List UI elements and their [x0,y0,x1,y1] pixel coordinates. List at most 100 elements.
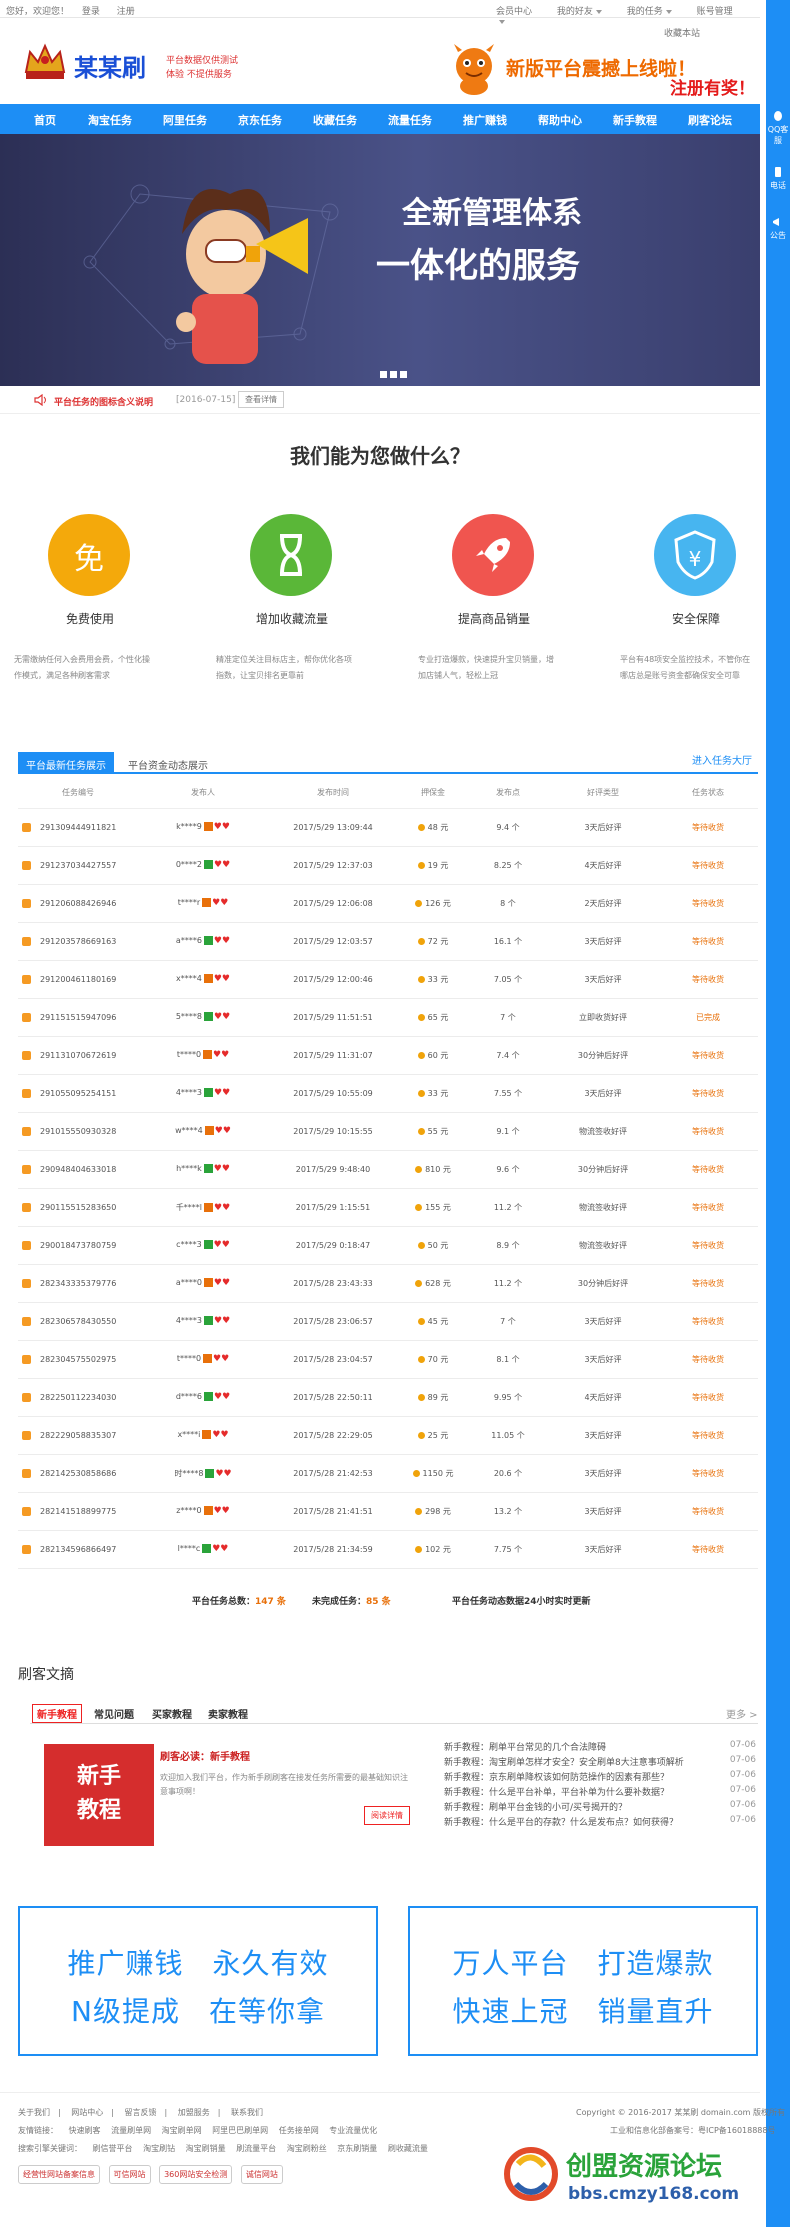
nav-item-ali[interactable]: 阿里任务 [163,112,207,128]
table-row[interactable]: 282343335379776 a****0 ♥♥ 2017/5/28 23:43:3… [18,1264,758,1303]
badge-icp[interactable]: 经营性网站备案信息 [18,2165,100,2184]
table-row[interactable]: 291151515947096 5****8 ♥♥ 2017/5/29 11:51:5… [18,998,758,1037]
notice-link[interactable]: 平台任务的图标含义说明 [54,395,153,408]
keyword-link[interactable]: 刷收藏流量 [388,2144,428,2153]
friend-link[interactable]: 流量刷单网 [111,2126,151,2135]
tab-faq[interactable]: 常见问题 [94,1706,134,1721]
time-cell: 2017/5/28 22:50:11 [268,1378,398,1417]
friend-link[interactable]: 任务接单网 [279,2126,319,2135]
side-qq-button[interactable]: QQ客服 [766,110,790,146]
article-list-item[interactable]: 新手教程：淘宝刷单怎样才安全？安全刷单8大注意事项解析 07-06 [444,1755,760,1770]
task-table-body: 291309444911821 k****9 ♥♥ 2017/5/29 13:09:4… [18,808,758,1569]
table-row[interactable]: 290948404633018 h****k ♥♥ 2017/5/29 9:48:40… [18,1150,758,1189]
footer-link[interactable]: 留言反馈 [125,2108,157,2117]
keyword-link[interactable]: 京东刷销量 [337,2144,377,2153]
featured-article-title[interactable]: 刷客必读：新手教程 [160,1748,410,1763]
friend-link[interactable]: 阿里巴巴刷单网 [212,2126,268,2135]
table-row[interactable]: 291309444911821 k****9 ♥♥ 2017/5/29 13:09:4… [18,808,758,847]
footer-link[interactable]: 联系我们 [231,2108,263,2117]
tab-latest-tasks[interactable]: 平台最新任务展示 [18,752,114,774]
friend-link[interactable]: 专业流量优化 [329,2126,377,2135]
nav-item-forum[interactable]: 刷客论坛 [688,112,732,128]
carousel-dot[interactable] [390,371,397,378]
coin-icon [417,1241,425,1249]
read-detail-button[interactable]: 阅读详情 [364,1806,410,1825]
tab-newbie[interactable]: 新手教程 [32,1704,82,1723]
table-row[interactable]: 290018473780759 c****3 ♥♥ 2017/5/29 0:18:47… [18,1226,758,1265]
side-notice-button[interactable]: 公告 [766,216,790,241]
articles-more-link[interactable]: 更多 > [726,1706,758,1721]
badge-credit[interactable]: 诚信网站 [240,2165,283,2184]
friend-link[interactable]: 淘宝刷单网 [162,2126,202,2135]
tab-seller[interactable]: 卖家教程 [208,1706,248,1721]
site-logo-text[interactable]: 某某刷 [74,48,146,83]
keyword-link[interactable]: 刷流量平台 [236,2144,276,2153]
table-row[interactable]: 291015550930328 w****4 ♥♥ 2017/5/29 10:15:5… [18,1112,758,1151]
tab-fund-dynamics[interactable]: 平台资金动态展示 [128,757,208,772]
task-hall-link[interactable]: 进入任务大厅 [692,752,752,767]
side-phone-button[interactable]: 电话 [766,166,790,191]
total-value: 147 条 [255,1597,286,1607]
carousel-dot[interactable] [380,371,387,378]
nav-item-promote[interactable]: 推广赚钱 [463,112,507,128]
table-row[interactable]: 282304575502975 t****0 ♥♥ 2017/5/28 23:04:5… [18,1340,758,1379]
coin-icon [417,975,425,983]
table-row[interactable]: 291200461180169 x****4 ♥♥ 2017/5/29 12:00:4… [18,960,758,999]
table-row[interactable]: 291203578669163 a****6 ♥♥ 2017/5/29 12:03:5… [18,922,758,961]
table-row[interactable]: 291055095254151 4****3 ♥♥ 2017/5/29 10:55:0… [18,1074,758,1113]
nav-item-help[interactable]: 帮助中心 [538,112,582,128]
article-list-item[interactable]: 新手教程：刷单平台常见的几个合法障碍 07-06 [444,1740,760,1755]
carousel-dot[interactable] [400,371,407,378]
table-row[interactable]: 291237034427557 0****2 ♥♥ 2017/5/29 12:37:0… [18,846,758,885]
nav-item-traffic[interactable]: 流量任务 [388,112,432,128]
keyword-link[interactable]: 刷信誉平台 [93,2144,133,2153]
table-row[interactable]: 282306578430550 4****3 ♥♥ 2017/5/28 23:06:5… [18,1302,758,1341]
article-list-item[interactable]: 新手教程：京东刷单降权该如何防范操作的因素有那些？ 07-06 [444,1770,760,1785]
footer-link[interactable]: 网站中心 [71,2108,103,2117]
heart-level-icon: ♥♥ [213,974,230,984]
promo-box-platform[interactable]: 万人平台 打造爆款 快速上冠 销量直升 [408,1906,758,2056]
table-row[interactable]: 282134596866497 l****c ♥♥ 2017/5/28 21:34:5… [18,1530,758,1569]
nav-item-collect[interactable]: 收藏任务 [313,112,357,128]
launch-banner-ad[interactable]: 新版平台震撼上线啦！ 注册有奖！ [448,40,755,99]
member-center-link[interactable]: 会员中心 [496,7,532,17]
article-list-item[interactable]: 新手教程：刷单平台金钱的小可/买号揭开的？ 07-06 [444,1800,760,1815]
tab-buyer[interactable]: 买家教程 [152,1706,192,1721]
my-friends-menu[interactable]: 我的好友 [557,7,602,17]
footer-link[interactable]: 加盟服务 [178,2108,210,2117]
crown-logo-icon[interactable] [22,42,68,82]
hero-carousel[interactable]: 全新管理体系 一体化的服务 [0,134,760,386]
deposit: 810 元 [425,1164,451,1174]
register-link[interactable]: 注册 [117,7,135,17]
main-nav: 首页 淘宝任务 阿里任务 京东任务 收藏任务 流量任务 推广赚钱 帮助中心 新手… [0,104,760,134]
table-row[interactable]: 291206088426946 t****r ♥♥ 2017/5/29 12:06:0… [18,884,758,923]
my-tasks-menu[interactable]: 我的任务 [627,7,672,17]
article-list-item[interactable]: 新手教程：什么是平台补单，平台补单为什么要补数据？ 07-06 [444,1785,760,1800]
review-type-cell: 2天后好评 [548,884,658,923]
promo-box-referral[interactable]: 推广赚钱 永久有效 N级提成 在等你拿 [18,1906,378,2056]
nav-item-newbie[interactable]: 新手教程 [613,112,657,128]
footer-link[interactable]: 关于我们 [18,2108,50,2117]
nav-item-jd[interactable]: 京东任务 [238,112,282,128]
table-row[interactable]: 282142530858686 时****8 ♥♥ 2017/5/28 21:42:5… [18,1454,758,1493]
nav-item-taobao[interactable]: 淘宝任务 [88,112,132,128]
keyword-link[interactable]: 淘宝刷钻 [143,2144,175,2153]
notice-detail-button[interactable]: 查看详情 [238,391,284,408]
badge-360[interactable]: 360网站安全检测 [159,2165,233,2184]
login-link[interactable]: 登录 [82,7,100,17]
points-cell: 8.25 个 [468,846,548,885]
table-row[interactable]: 290115515283650 千****l ♥♥ 2017/5/29 1:15:51… [18,1188,758,1227]
icp-number[interactable]: 工业和信息化部备案号：粤ICP备16018888号 [610,2125,776,2136]
table-row[interactable]: 282229058835307 x****i ♥♥ 2017/5/28 22:29:0… [18,1416,758,1455]
article-list-item[interactable]: 新手教程：什么是平台的存款？什么是发布点？如何获得？ 07-06 [444,1815,760,1830]
keyword-link[interactable]: 淘宝刷销量 [186,2144,226,2153]
nav-item-home[interactable]: 首页 [34,112,56,128]
deposit-cell: 50 元 [398,1226,468,1265]
badge-trusted[interactable]: 可信网站 [108,2165,151,2184]
newbie-tutorial-image[interactable]: 新手 教程 [44,1744,154,1846]
table-row[interactable]: 291131070672619 t****0 ♥♥ 2017/5/29 11:31:0… [18,1036,758,1075]
keyword-link[interactable]: 淘宝刷粉丝 [287,2144,327,2153]
table-row[interactable]: 282250112234030 d****6 ♥♥ 2017/5/28 22:50:1… [18,1378,758,1417]
friend-link[interactable]: 快速刷客 [69,2126,101,2135]
table-row[interactable]: 282141518899775 z****0 ♥♥ 2017/5/28 21:41:5… [18,1492,758,1531]
